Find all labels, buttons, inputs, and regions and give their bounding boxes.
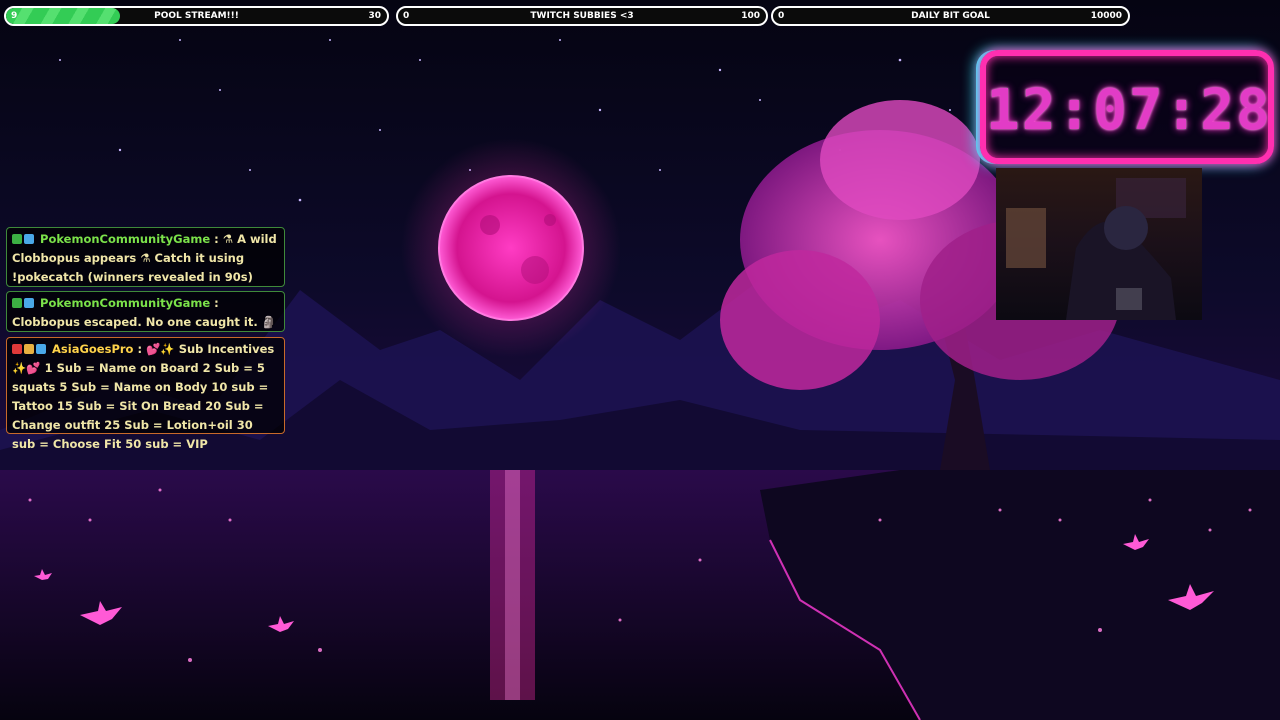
bot-badge-icon <box>24 298 34 308</box>
goal-title: POOL STREAM!!! <box>154 11 239 21</box>
clock-time: 12:07:28 <box>986 78 1272 143</box>
goal-target: 30 <box>368 11 381 21</box>
goal-bar-daily-bit: 0 DAILY BIT GOAL 10000 <box>771 6 1130 26</box>
broadcaster-badge-icon <box>12 344 22 354</box>
chat-message: PokemonCommunityGame : Clobbopus escaped… <box>6 291 285 332</box>
goal-title: DAILY BIT GOAL <box>911 11 990 21</box>
chat-text: : 💕✨ Sub Incentives ✨💕 1 Sub = Name on B… <box>12 342 275 451</box>
goal-target: 10000 <box>1090 11 1122 21</box>
bot-badge-icon <box>24 234 34 244</box>
goal-bar-pool-stream: 9 POOL STREAM!!! 30 <box>4 6 389 26</box>
moon <box>438 175 584 321</box>
webcam-image <box>1006 178 1186 320</box>
verified-badge-icon <box>12 298 22 308</box>
goal-title: TWITCH SUBBIES <3 <box>530 11 634 21</box>
vip-badge-icon <box>24 344 34 354</box>
chat-message: PokemonCommunityGame : ⚗ A wild Clobbopu… <box>6 227 285 287</box>
goal-target: 100 <box>741 11 760 21</box>
chat-username: PokemonCommunityGame <box>40 232 211 246</box>
webcam-feed <box>996 168 1202 320</box>
chat-username: PokemonCommunityGame <box>40 296 211 310</box>
sub-badge-icon <box>36 344 46 354</box>
goal-bar-twitch-subbies: 0 TWITCH SUBBIES <3 100 <box>396 6 768 26</box>
chat-message: AsiaGoesPro : 💕✨ Sub Incentives ✨💕 1 Sub… <box>6 337 285 451</box>
verified-badge-icon <box>12 234 22 244</box>
clock-widget: 12:07:28 <box>980 50 1274 164</box>
chat-username: AsiaGoesPro <box>52 342 134 356</box>
